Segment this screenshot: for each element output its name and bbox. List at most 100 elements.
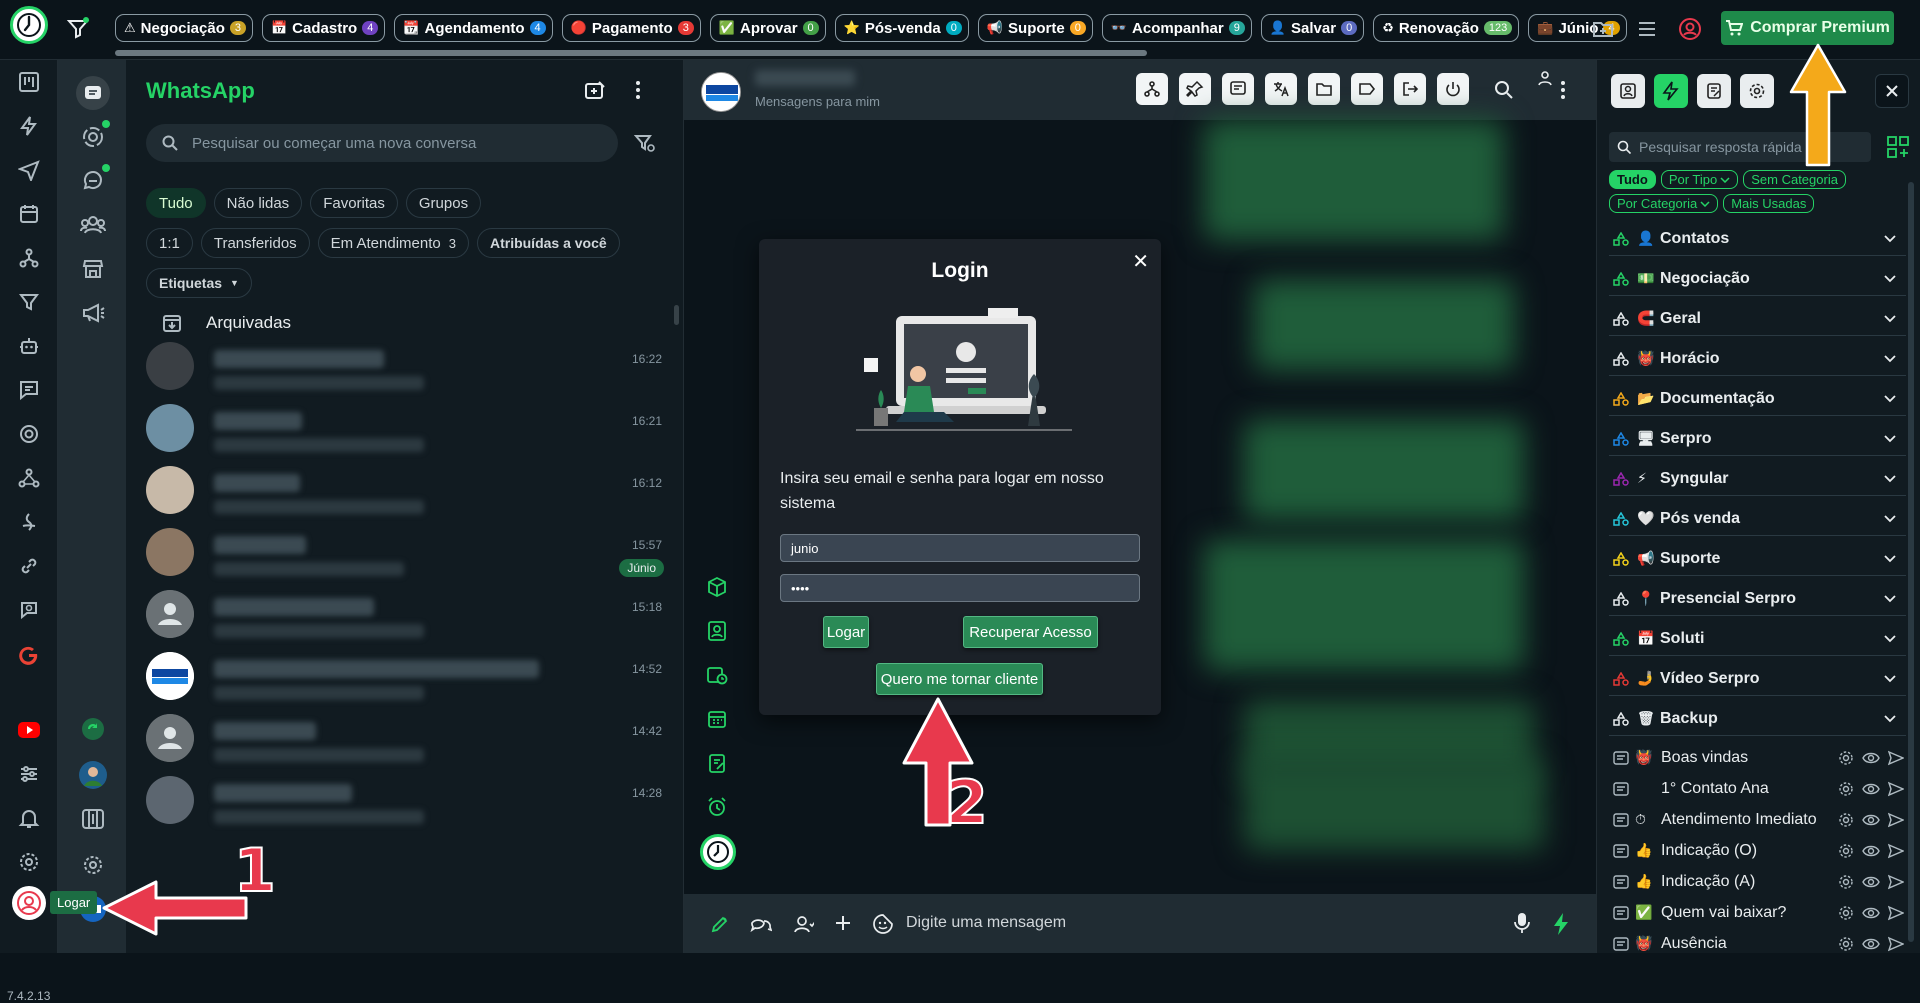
avatar[interactable] <box>146 466 194 514</box>
status-icon[interactable] <box>78 120 110 152</box>
search-chat-icon[interactable] <box>1494 80 1514 100</box>
panel-settings-button[interactable] <box>1740 74 1774 108</box>
clock-logo-icon[interactable] <box>700 834 736 870</box>
funnel-icon[interactable] <box>15 288 43 316</box>
chats-icon[interactable] <box>76 76 110 110</box>
menu-icon[interactable] <box>1632 14 1662 44</box>
new-folder-icon[interactable] <box>1588 14 1618 44</box>
new-chat-icon[interactable] <box>584 80 606 102</box>
qr-filter-most-used[interactable]: Mais Usadas <box>1723 194 1815 213</box>
reply-send-icon[interactable] <box>1888 843 1904 859</box>
become-client-button[interactable]: Quero me tornar cliente <box>876 663 1043 695</box>
filter-settings-icon[interactable] <box>634 132 656 154</box>
pencil-icon[interactable] <box>710 914 730 934</box>
sticker-icon[interactable] <box>872 913 894 935</box>
category-tab[interactable]: ⭐ Pós-venda 0 <box>834 14 969 42</box>
reply-preview-icon[interactable] <box>1862 936 1880 952</box>
reply-preview-icon[interactable] <box>1862 812 1880 828</box>
category-item[interactable]: 👤 Contatos <box>1609 222 1906 256</box>
close-panel-button[interactable] <box>1875 74 1909 108</box>
reply-preview-icon[interactable] <box>1862 874 1880 890</box>
recover-access-button[interactable]: Recuperar Acesso <box>963 616 1098 648</box>
reply-settings-icon[interactable] <box>1838 750 1854 766</box>
qr-filter-by-category[interactable]: Por Categoria <box>1609 194 1719 213</box>
category-item[interactable]: 🧲 Geral <box>1609 302 1906 336</box>
reply-settings-icon[interactable] <box>1838 905 1854 921</box>
filter-chip-transferred[interactable]: Transferidos <box>200 228 310 258</box>
app-logo-clock-icon[interactable] <box>10 6 48 44</box>
integration-icon[interactable] <box>15 508 43 536</box>
calendar-grid-icon[interactable] <box>702 704 732 734</box>
contact-add-icon[interactable] <box>794 914 814 934</box>
store-icon[interactable] <box>78 254 108 284</box>
quick-reply-item[interactable]: 👹 Boas vindas <box>1609 742 1906 773</box>
translate-button[interactable] <box>1265 73 1297 105</box>
category-item[interactable]: 📢 Suporte <box>1609 542 1906 576</box>
settings-gear-icon[interactable] <box>15 848 43 876</box>
robot-icon[interactable] <box>15 332 43 360</box>
notes-button[interactable] <box>1222 73 1254 105</box>
reply-send-icon[interactable] <box>1888 750 1904 766</box>
contact-avatar[interactable] <box>701 72 741 112</box>
refresh-green-icon[interactable] <box>78 714 108 744</box>
category-tab[interactable]: 👓 Acompanhar 9 <box>1101 14 1252 42</box>
category-item[interactable]: 💵 Negociação <box>1609 262 1906 296</box>
category-tab[interactable]: 🔴 Pagamento 3 <box>561 14 701 42</box>
category-tab[interactable]: ♻ Renovação 123 <box>1373 14 1520 42</box>
microphone-icon[interactable] <box>1514 912 1530 934</box>
pin-button[interactable] <box>1179 73 1211 105</box>
channels-icon[interactable] <box>78 164 110 196</box>
avatar[interactable] <box>146 590 194 638</box>
message-input[interactable]: Digite uma mensagem <box>906 914 1066 932</box>
youtube-icon[interactable] <box>15 716 43 744</box>
flow-button[interactable] <box>1136 73 1168 105</box>
category-tab[interactable]: 📅 Cadastro 4 <box>261 14 386 42</box>
quick-reply-lightning-icon[interactable] <box>1552 912 1570 936</box>
category-item[interactable]: 📅 Soluti <box>1609 622 1906 656</box>
quick-reply-item[interactable]: ✅ Quem vai baixar? <box>1609 897 1906 928</box>
login-button[interactable]: Logar <box>823 616 869 648</box>
google-icon[interactable] <box>15 640 43 668</box>
category-item[interactable]: 📍 Presencial Serpro <box>1609 582 1906 616</box>
login-user-button[interactable] <box>12 886 46 920</box>
reply-send-icon[interactable] <box>1888 812 1904 828</box>
webhook-icon[interactable] <box>15 464 43 492</box>
contact-card-icon[interactable] <box>702 616 732 646</box>
box-icon[interactable] <box>702 572 732 602</box>
reply-preview-icon[interactable] <box>1862 843 1880 859</box>
megaphone-icon[interactable] <box>78 298 108 328</box>
filter-icon[interactable] <box>64 14 92 42</box>
reply-send-icon[interactable] <box>1888 905 1904 921</box>
category-tab[interactable]: 📆 Agendamento 4 <box>394 14 553 42</box>
reply-send-icon[interactable] <box>1888 781 1904 797</box>
reply-settings-icon[interactable] <box>1838 781 1854 797</box>
reply-settings-icon[interactable] <box>1838 812 1854 828</box>
reply-preview-icon[interactable] <box>1862 750 1880 766</box>
avatar[interactable] <box>146 652 194 700</box>
category-item[interactable]: 👹 Horácio <box>1609 342 1906 376</box>
plus-icon[interactable] <box>834 914 852 932</box>
quick-reply-item[interactable]: 👍 Indicação (A) <box>1609 866 1906 897</box>
transfer-button[interactable] <box>1394 73 1426 105</box>
qr-filter-uncategorized[interactable]: Sem Categoria <box>1743 170 1846 189</box>
avatar[interactable] <box>146 776 194 824</box>
close-ticket-button[interactable] <box>1437 73 1469 105</box>
kanban-icon[interactable] <box>15 68 43 96</box>
category-item[interactable]: ⚡ Syngular <box>1609 462 1906 496</box>
close-icon[interactable]: ✕ <box>1132 249 1149 274</box>
contact-card-button[interactable] <box>1611 74 1645 108</box>
link-icon[interactable] <box>15 552 43 580</box>
reply-preview-icon[interactable] <box>1862 905 1880 921</box>
alarm-icon[interactable] <box>702 792 732 822</box>
avatar[interactable] <box>146 342 194 390</box>
flow-icon[interactable] <box>15 244 43 272</box>
category-item[interactable]: 📂 Documentação <box>1609 382 1906 416</box>
category-tab[interactable]: 📢 Suporte 0 <box>977 14 1093 42</box>
reply-settings-icon[interactable] <box>1838 874 1854 890</box>
quick-reply-item[interactable]: ⏱ Atendimento Imediato <box>1609 804 1906 835</box>
user-circle-icon[interactable] <box>1675 14 1705 44</box>
grid-add-icon[interactable] <box>1886 135 1910 159</box>
category-tab[interactable]: 👤 Salvar 0 <box>1260 14 1365 42</box>
filter-chip-one-to-one[interactable]: 1:1 <box>146 228 193 258</box>
message-box-icon[interactable] <box>15 376 43 404</box>
